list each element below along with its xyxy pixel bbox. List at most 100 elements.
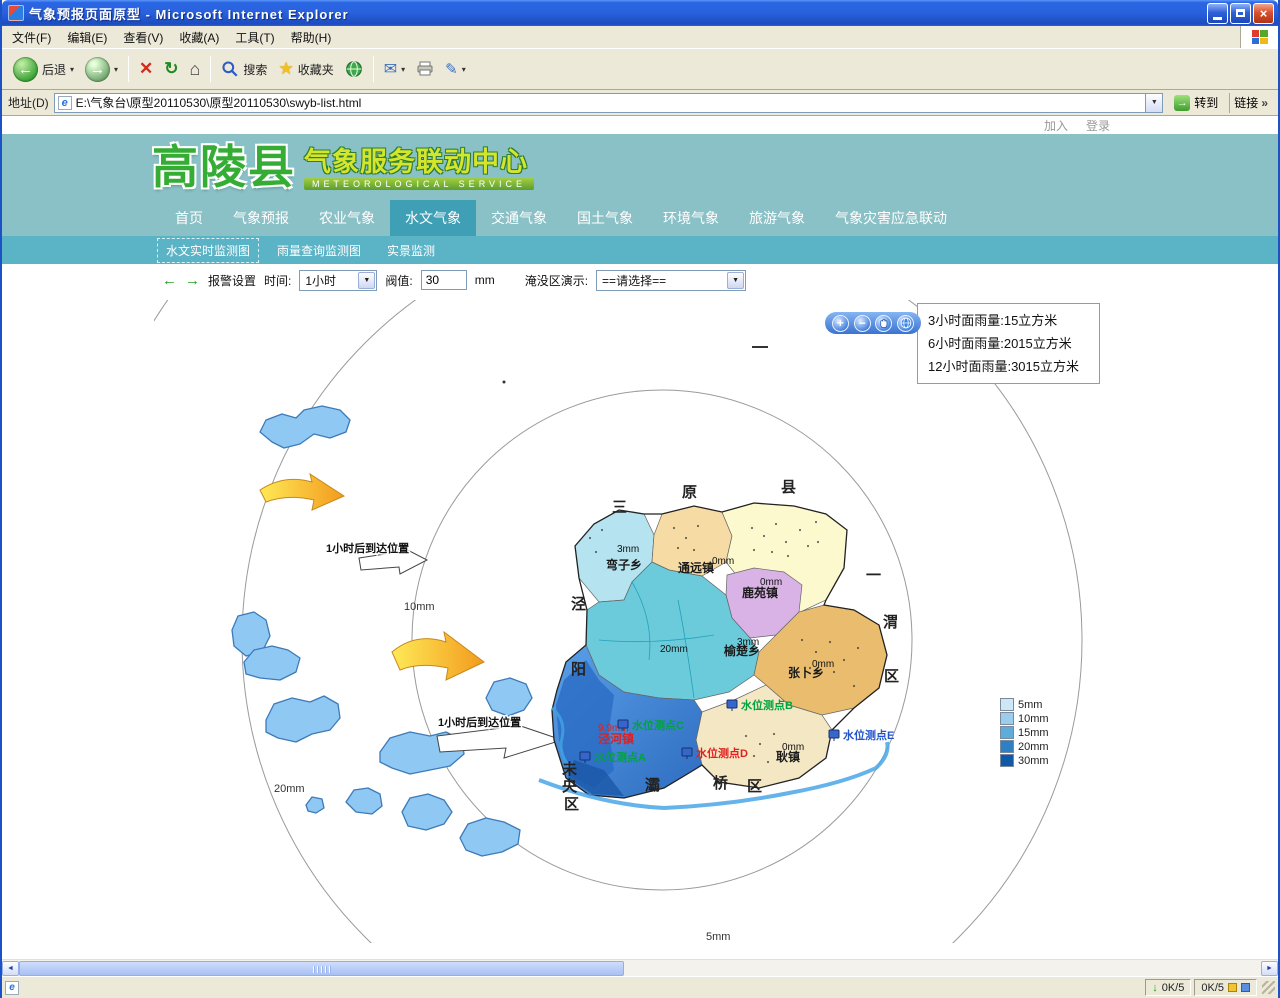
rain-luyuan: 0mm [760, 577, 782, 588]
legend-row: 20mm [1000, 740, 1049, 753]
menu-item-view[interactable]: 查看(V) [115, 26, 171, 49]
geo-wei-river: 渭 [883, 614, 898, 631]
status-bar: e ↓ 0K/5 0K/5 [2, 976, 1278, 998]
minimize-button[interactable] [1207, 3, 1228, 24]
main-nav: 首页 气象预报 农业气象 水文气象 交通气象 国土气象 环境气象 旅游气象 气象… [2, 200, 1278, 236]
ring-dot [503, 381, 506, 384]
nav-item-emergency[interactable]: 气象灾害应急联动 [820, 200, 962, 236]
download-panel-2: 0K/5 [1194, 979, 1257, 996]
download-2-value: 0K/5 [1201, 982, 1224, 994]
menu-item-help[interactable]: 帮助(H) [283, 26, 340, 49]
favorites-button[interactable]: ★ 收藏夹 [273, 56, 338, 82]
search-icon [221, 60, 239, 78]
login-link[interactable]: 登录 [1086, 117, 1110, 134]
maximize-button[interactable] [1230, 3, 1251, 24]
geo-qiao: 桥 [713, 774, 729, 792]
mail-caret-icon: ▾ [401, 65, 405, 74]
geo-jing: 泾 [571, 595, 586, 613]
menu-item-file[interactable]: 文件(F) [4, 26, 59, 49]
nav-item-environment[interactable]: 环境气象 [648, 200, 734, 236]
windows-brand-logo [1240, 26, 1278, 48]
address-label: 地址(D) [8, 94, 49, 111]
search-button[interactable]: 搜索 [216, 57, 272, 81]
subnav-item-rainquery[interactable]: 雨量查询监测图 [269, 239, 369, 262]
stop-button[interactable]: ✕ [134, 56, 158, 82]
nav-item-home[interactable]: 首页 [160, 200, 218, 236]
nav-item-hydrology[interactable]: 水文气象 [390, 200, 476, 236]
pan-button[interactable] [875, 315, 892, 332]
refresh-button[interactable]: ↻ [159, 56, 183, 82]
zoom-out-button[interactable]: − [854, 315, 871, 332]
map-canvas[interactable]: 10mm 20mm 5mm [154, 300, 1105, 943]
scroll-right-button[interactable]: ► [1261, 961, 1278, 976]
menu-item-edit[interactable]: 编辑(E) [59, 26, 115, 49]
status-page-icon: e [5, 981, 19, 995]
menu-item-tools[interactable]: 工具(T) [227, 26, 282, 49]
station-b-label: 水位测点B [741, 698, 793, 712]
site-masthead: 高陵县 气象服务联动中心 METEOROLOGICAL SERVICE [2, 134, 1278, 200]
nav-item-agriculture[interactable]: 农业气象 [304, 200, 390, 236]
geo-qu-bottom: 区 [747, 778, 762, 795]
flood-select-arrow-icon: ▼ [727, 272, 744, 289]
geo-ba: 灞 [645, 776, 660, 794]
home-icon: ⌂ [190, 59, 201, 80]
stop-icon: ✕ [139, 59, 153, 79]
zoom-in-button[interactable]: + [832, 315, 849, 332]
dropdown-icon: ▼ [1151, 99, 1158, 106]
search-label: 搜索 [243, 61, 267, 78]
next-arrow-button[interactable]: → [185, 272, 200, 289]
resize-grip[interactable] [1262, 981, 1275, 994]
home-button[interactable]: ⌂ [185, 56, 206, 83]
geo-san: 三 [612, 499, 627, 516]
nav-item-tourism[interactable]: 旅游气象 [734, 200, 820, 236]
prev-arrow-button[interactable]: ← [162, 272, 177, 289]
edit-button[interactable]: ✎ ▾ [440, 57, 471, 81]
window-icon[interactable] [8, 5, 24, 21]
address-input[interactable] [76, 96, 1146, 110]
go-button[interactable]: → 转到 [1168, 92, 1224, 113]
menu-item-favorites[interactable]: 收藏(A) [171, 26, 227, 49]
flood-select[interactable]: ==请选择== ▼ [596, 270, 746, 291]
scroll-left-button[interactable]: ◄ [2, 961, 19, 976]
threshold-input[interactable] [421, 270, 467, 290]
nav-item-traffic[interactable]: 交通气象 [476, 200, 562, 236]
rainfall-3h: 3小时面雨量:15立方米 [928, 309, 1089, 332]
menu-bar: 文件(F) 编辑(E) 查看(V) 收藏(A) 工具(T) 帮助(H) [2, 26, 1278, 48]
mail-button[interactable]: ✉ ▾ [379, 56, 410, 82]
station-e[interactable]: 水位测点E [829, 728, 894, 742]
address-field: e ▼ [54, 93, 1164, 113]
rain-tongyuan: 0mm [712, 556, 734, 567]
back-button[interactable]: ← 后退 ▾ [8, 54, 79, 85]
geo-xian: 县 [781, 479, 796, 496]
subnav-item-realtime[interactable]: 水文实时监测图 [157, 238, 259, 263]
subnav-item-livescene[interactable]: 实景监测 [379, 239, 443, 262]
nav-item-land[interactable]: 国土气象 [562, 200, 648, 236]
flood-demo-label: 淹没区演示: [525, 272, 588, 289]
edit-caret-icon: ▾ [462, 65, 466, 74]
go-arrow-icon: → [1174, 95, 1190, 111]
nav-item-forecast[interactable]: 气象预报 [218, 200, 304, 236]
history-button[interactable] [340, 57, 368, 81]
links-button[interactable]: 链接 » [1229, 93, 1272, 113]
address-dropdown-button[interactable]: ▼ [1145, 94, 1162, 112]
station-d-label: 水位测点D [696, 746, 748, 760]
scrollbar-thumb[interactable] [19, 961, 624, 976]
pan-hand-icon [878, 318, 889, 329]
rain-yuchu: 3mm [737, 637, 759, 648]
logo-subtitle-text: METEOROLOGICAL SERVICE [304, 178, 534, 190]
station-a-label: 水位测点A [594, 750, 646, 764]
print-icon [416, 61, 434, 77]
time-select[interactable]: 1小时 ▼ [299, 270, 377, 291]
toolbar-separator [373, 56, 374, 82]
close-button[interactable]: × [1253, 3, 1274, 24]
back-caret-icon: ▾ [70, 65, 74, 74]
print-button[interactable] [411, 58, 439, 80]
back-icon: ← [13, 57, 38, 82]
forward-button[interactable]: → ▾ [80, 54, 123, 85]
full-extent-button[interactable] [897, 315, 914, 332]
horizontal-scrollbar[interactable]: ◄ ► [2, 959, 1278, 976]
globe-icon [900, 317, 912, 329]
join-link[interactable]: 加入 [1044, 117, 1068, 134]
forward-caret-icon: ▾ [114, 65, 118, 74]
map-area: 10mm 20mm 5mm [2, 296, 1278, 959]
